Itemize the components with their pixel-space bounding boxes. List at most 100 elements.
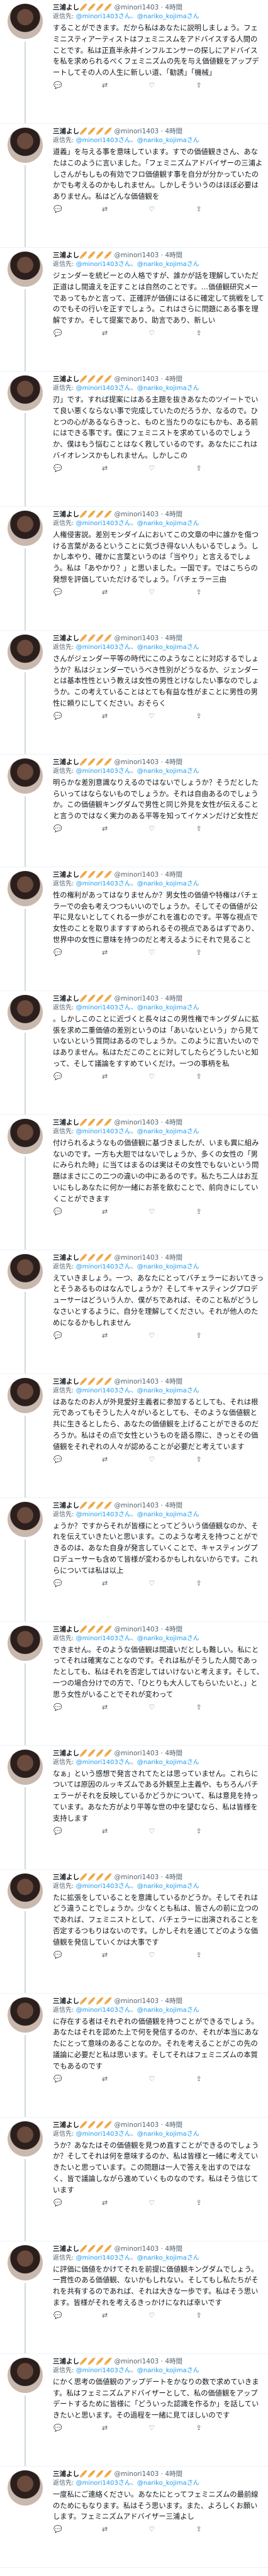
share-icon[interactable]: ⇪ [194,464,204,474]
display-name[interactable]: 三浦よし [53,2358,79,2365]
retweet-icon[interactable]: ⇄ [100,1703,110,1713]
retweet-icon[interactable]: ⇄ [100,1455,110,1465]
user-handle[interactable]: @minori1403 [114,1502,159,1509]
reply-mentions[interactable]: @minori1403さん、@nariko_kojimaさん [76,385,199,392]
avatar[interactable] [8,1873,43,1909]
share-icon[interactable]: ⇪ [194,2424,204,2434]
tweet[interactable]: 三浦よし🥖🥖🥖🥖 @minori1403 · 4時間 返信先: @minori1… [0,1994,268,2118]
reply-icon[interactable]: 💬 [53,205,63,215]
share-icon[interactable]: ⇪ [194,1827,204,1837]
share-icon[interactable]: ⇪ [194,2311,204,2321]
share-icon[interactable]: ⇪ [194,824,204,835]
user-handle[interactable]: @minori1403 [114,1119,159,1126]
tweet[interactable]: 三浦よし🥖🥖🥖🥖 @minori1403 · 4時間 返信先: @minori1… [0,1115,268,1250]
display-name[interactable]: 三浦よし [53,1254,79,1262]
display-name[interactable]: 三浦よし [53,1378,79,1385]
display-name[interactable]: 三浦よし [53,1874,79,1881]
user-handle[interactable]: @minori1403 [114,4,159,11]
avatar[interactable] [8,1997,43,2033]
timestamp[interactable]: 4時間 [165,1254,182,1262]
like-icon[interactable]: ♡ [147,1455,157,1465]
tweet[interactable]: 三浦よし🥖🥖🥖🥖 @minori1403 · 4時間 返信先: @minori1… [0,1746,268,1870]
avatar[interactable] [8,510,43,546]
reply-mentions[interactable]: @minori1403さん、@nariko_kojimaさん [76,2255,199,2262]
tweet[interactable]: 三浦よし🥖🥖🥖🥖 @minori1403 · 4時間 返信先: @minori1… [0,507,268,631]
tweet[interactable]: 三浦よし🥖🥖🥖🥖 @minori1403 · 4時間 返信先: @minori1… [0,372,268,507]
display-name[interactable]: 三浦よし [53,1502,79,1509]
user-handle[interactable]: @minori1403 [114,1626,159,1633]
retweet-icon[interactable]: ⇄ [100,1331,110,1341]
user-handle[interactable]: @minori1403 [114,2245,159,2253]
display-name[interactable]: 三浦よし [53,4,79,11]
tweet[interactable]: 三浦よし🥖🥖🥖🥖 @minori1403 · 4時間 返信先: @minori1… [0,2241,268,2354]
retweet-icon[interactable]: ⇄ [100,2311,110,2321]
tweet[interactable]: 三浦よし🥖🥖🥖🥖 @minori1403 · 4時間 返信先: @minori1… [0,1622,268,1746]
display-name[interactable]: 三浦よし [53,1750,79,1757]
like-icon[interactable]: ♡ [147,1579,157,1589]
user-handle[interactable]: @minori1403 [114,758,159,766]
display-name[interactable]: 三浦よし [53,1626,79,1633]
user-handle[interactable]: @minori1403 [114,511,159,518]
timestamp[interactable]: 4時間 [165,4,182,11]
reply-mentions[interactable]: @minori1403さん、@nariko_kojimaさん [76,2007,199,2014]
like-icon[interactable]: ♡ [147,712,157,722]
retweet-icon[interactable]: ⇄ [100,1208,110,1218]
like-icon[interactable]: ♡ [147,2424,157,2434]
timestamp[interactable]: 4時間 [165,1874,182,1881]
reply-icon[interactable]: 💬 [53,1331,63,1341]
timestamp[interactable]: 4時間 [165,1378,182,1385]
tweet[interactable]: 三浦よし🥖🥖🥖🥖 @minori1403 · 4時間 返信先: @minori1… [0,631,268,755]
reply-mentions[interactable]: @minori1403さん、@nariko_kojimaさん [76,137,199,144]
reply-icon[interactable]: 💬 [53,2075,63,2085]
user-handle[interactable]: @minori1403 [114,1874,159,1881]
timestamp[interactable]: 4時間 [165,2245,182,2253]
retweet-icon[interactable]: ⇄ [100,1827,110,1837]
reply-mentions[interactable]: @minori1403さん、@nariko_kojimaさん [76,1883,199,1890]
retweet-icon[interactable]: ⇄ [100,824,110,835]
share-icon[interactable]: ⇪ [194,1208,204,1218]
like-icon[interactable]: ♡ [147,1951,157,1961]
display-name[interactable]: 三浦よし [53,1997,79,2005]
like-icon[interactable]: ♡ [147,81,157,91]
share-icon[interactable]: ⇪ [194,1072,204,1082]
timestamp[interactable]: 4時間 [165,1119,182,1126]
like-icon[interactable]: ♡ [147,2075,157,2085]
reply-mentions[interactable]: @minori1403さん、@nariko_kojimaさん [76,13,199,20]
avatar[interactable] [8,127,43,163]
display-name[interactable]: 三浦よし [53,635,79,642]
avatar[interactable] [8,1501,43,1537]
retweet-icon[interactable]: ⇄ [100,588,110,598]
reply-icon[interactable]: 💬 [53,329,63,339]
display-name[interactable]: 三浦よし [53,871,79,879]
user-handle[interactable]: @minori1403 [114,2358,159,2365]
reply-icon[interactable]: 💬 [53,1827,63,1837]
tweet[interactable]: 三浦よし🥖🥖🥖🥖 @minori1403 · 4時間 返信先: @minori1… [0,1250,268,1374]
avatar[interactable] [8,1625,43,1661]
retweet-icon[interactable]: ⇄ [100,2424,110,2434]
user-handle[interactable]: @minori1403 [114,871,159,879]
user-handle[interactable]: @minori1403 [114,128,159,135]
user-handle[interactable]: @minori1403 [114,1750,159,1757]
avatar[interactable] [8,758,43,794]
like-icon[interactable]: ♡ [147,1072,157,1082]
avatar[interactable] [8,1118,43,1154]
tweet[interactable]: 三浦よし🥖🥖🥖🥖 @minori1403 · 4時間 返信先: @minori1… [0,2354,268,2467]
tweet[interactable]: 三浦よし🥖🥖🥖🥖 @minori1403 · 4時間 返信先: @minori1… [0,991,268,1115]
reply-mentions[interactable]: @minori1403さん、@nariko_kojimaさん [76,644,199,651]
like-icon[interactable]: ♡ [147,464,157,474]
display-name[interactable]: 三浦よし [53,2121,79,2129]
retweet-icon[interactable]: ⇄ [100,712,110,722]
like-icon[interactable]: ♡ [147,2199,157,2209]
display-name[interactable]: 三浦よし [53,2245,79,2253]
tweet[interactable]: 三浦よし🥖🥖🥖🥖 @minori1403 · 4時間 返信先: @minori1… [0,1374,268,1498]
tweet[interactable]: 三浦よし🥖🥖🥖🥖 @minori1403 · 4時間 返信先: @minori1… [0,2118,268,2241]
tweet[interactable]: 三浦よし🥖🥖🥖🥖 @minori1403 · 4時間 返信先: @minori1… [0,755,268,867]
user-handle[interactable]: @minori1403 [114,2470,159,2478]
reply-mentions[interactable]: @minori1403さん、@nariko_kojimaさん [76,1635,199,1642]
share-icon[interactable]: ⇪ [194,1951,204,1961]
like-icon[interactable]: ♡ [147,1208,157,1218]
like-icon[interactable]: ♡ [147,588,157,598]
reply-icon[interactable]: 💬 [53,588,63,598]
retweet-icon[interactable]: ⇄ [100,205,110,215]
display-name[interactable]: 三浦よし [53,128,79,135]
